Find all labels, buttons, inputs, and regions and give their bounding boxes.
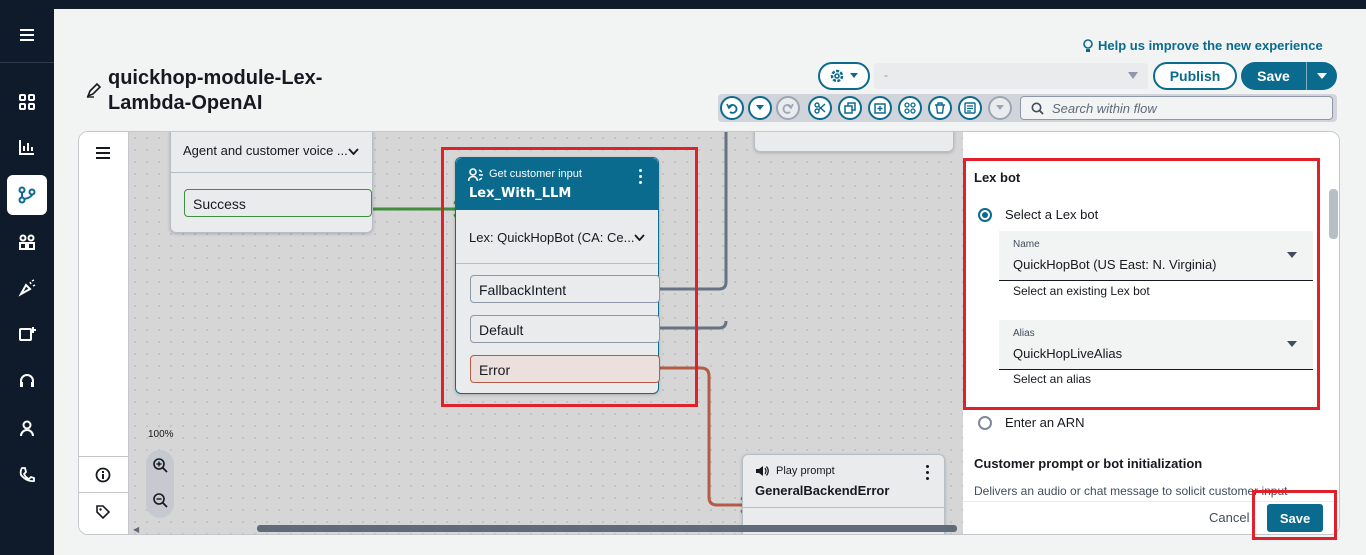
settings-dropdown-button[interactable] <box>818 62 870 90</box>
lightbulb-icon <box>1083 38 1093 52</box>
copy-icon <box>844 102 856 114</box>
trash-icon <box>935 102 945 114</box>
more-options-icon[interactable] <box>926 465 929 480</box>
save-button[interactable]: Save <box>1241 62 1307 90</box>
cut-button[interactable] <box>808 96 832 120</box>
caret-down-icon <box>1128 72 1138 79</box>
profile-icon[interactable] <box>7 408 47 448</box>
scissors-icon <box>814 102 826 114</box>
menu-icon[interactable] <box>7 15 47 55</box>
prompt-section-title: Customer prompt or bot initialization <box>974 456 1203 471</box>
notes-dropdown-button[interactable] <box>988 96 1012 120</box>
caret-down-icon <box>756 105 764 110</box>
edit-title-icon[interactable] <box>86 82 102 98</box>
routing-flows-icon[interactable] <box>7 175 47 215</box>
analytics-icon[interactable] <box>7 127 47 167</box>
undo-button[interactable] <box>720 96 744 120</box>
caret-down-icon <box>996 105 1004 110</box>
block-name: GeneralBackendError <box>755 483 890 498</box>
branch-success[interactable]: Success <box>184 189 372 217</box>
partial-flow-block[interactable] <box>754 132 954 152</box>
prev-flow-block[interactable]: Agent and customer voice ... Success <box>170 132 374 233</box>
menu-icon[interactable] <box>95 146 111 160</box>
delete-button[interactable] <box>928 96 952 120</box>
headset-icon[interactable] <box>7 361 47 401</box>
grid-icon <box>904 102 916 114</box>
block-type: Play prompt <box>776 465 835 477</box>
zoom-controls <box>146 450 174 518</box>
prev-block-dropdown[interactable]: Agent and customer voice ... <box>183 143 348 158</box>
side-divider <box>79 456 129 457</box>
users-icon[interactable] <box>7 222 47 262</box>
highlight-block <box>441 147 698 407</box>
radio-enter-arn[interactable] <box>978 416 992 430</box>
speaker-icon <box>756 466 769 476</box>
campaigns-icon[interactable] <box>7 268 47 308</box>
dashboard-icon[interactable] <box>7 82 47 122</box>
zoom-out-icon[interactable] <box>152 492 168 508</box>
save-options-dropdown[interactable] <box>1307 62 1337 90</box>
play-prompt-block[interactable]: Play prompt GeneralBackendError <box>742 454 945 534</box>
page-title: quickhop-module-Lex- Lambda-OpenAI <box>108 66 358 116</box>
canvas-horizontal-scrollbar[interactable] <box>257 525 957 532</box>
paste-icon <box>874 103 886 114</box>
version-select-value: - <box>884 68 888 82</box>
caret-down-icon <box>850 73 858 78</box>
channels-icon[interactable] <box>7 314 47 354</box>
caret-down-icon <box>1317 73 1327 79</box>
save-split-button: Save <box>1241 62 1337 90</box>
page-title-line1: quickhop-module-Lex- <box>108 67 323 89</box>
nav-divider <box>0 62 54 63</box>
copy-button[interactable] <box>838 96 862 120</box>
panel-scrollbar[interactable] <box>1329 189 1338 239</box>
chevron-down-icon <box>348 148 359 155</box>
gear-icon <box>830 69 844 83</box>
publish-button[interactable]: Publish <box>1153 62 1237 90</box>
version-select[interactable]: - <box>874 63 1148 89</box>
help-improve-link[interactable]: Help us improve the new experience <box>1083 38 1323 53</box>
cancel-button[interactable]: Cancel <box>1209 510 1249 525</box>
page-title-line2: Lambda-OpenAI <box>108 92 263 114</box>
redo-button[interactable] <box>776 96 800 120</box>
notes-icon <box>964 102 976 114</box>
undo-icon <box>726 103 738 114</box>
scroll-left-icon[interactable]: ◀ <box>133 525 139 534</box>
highlight-save <box>1252 490 1337 540</box>
block-divider <box>171 172 374 173</box>
paste-button[interactable] <box>868 96 892 120</box>
info-icon[interactable] <box>95 467 111 483</box>
undo-history-button[interactable] <box>748 96 772 120</box>
help-improve-label: Help us improve the new experience <box>1098 38 1323 53</box>
flow-toolbar: Search within flow <box>718 94 1337 122</box>
phone-icon[interactable] <box>7 455 47 495</box>
flow-search-input[interactable]: Search within flow <box>1020 96 1333 120</box>
search-icon <box>1031 102 1044 115</box>
side-divider <box>79 492 129 493</box>
top-strip <box>0 0 1366 9</box>
arrange-button[interactable] <box>898 96 922 120</box>
notes-button[interactable] <box>958 96 982 120</box>
highlight-lex-bot <box>963 158 1320 410</box>
block-divider <box>743 507 944 508</box>
canvas-side-tools <box>79 132 129 534</box>
search-placeholder: Search within flow <box>1052 100 1157 116</box>
radio-enter-arn-label: Enter an ARN <box>1005 415 1085 430</box>
redo-icon <box>782 103 794 114</box>
left-nav <box>0 0 54 555</box>
zoom-level: 100% <box>148 429 174 440</box>
zoom-in-icon[interactable] <box>152 457 168 473</box>
tag-icon[interactable] <box>95 504 111 520</box>
